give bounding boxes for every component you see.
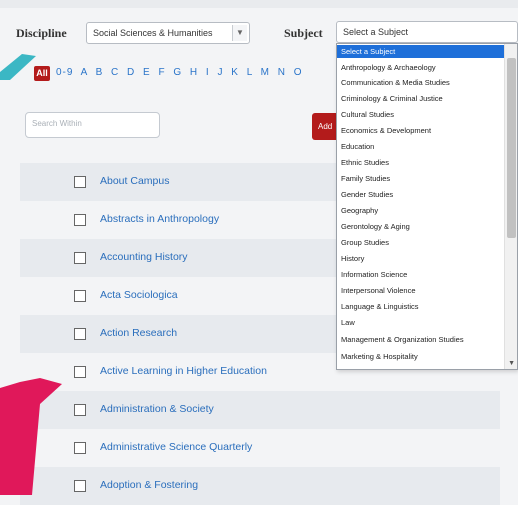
chevron-down-icon: ▼ xyxy=(232,25,247,41)
pink-callout-arrow xyxy=(0,378,62,495)
subject-option[interactable]: Ethnic Studies xyxy=(337,156,505,169)
subject-option[interactable]: Language & Linguistics xyxy=(337,300,505,313)
subject-dropdown-list[interactable]: Select a Subject Anthropology & Archaeol… xyxy=(336,43,518,370)
journal-link[interactable]: About Campus xyxy=(100,175,169,187)
subject-label: Subject xyxy=(284,26,323,40)
subject-option[interactable]: Education xyxy=(337,140,505,153)
subject-option[interactable]: Economics & Development xyxy=(337,124,505,137)
checkbox[interactable] xyxy=(74,176,86,188)
dropdown-scrollbar[interactable]: ▼ xyxy=(504,44,517,369)
subject-option[interactable]: Family Studies xyxy=(337,172,505,185)
checkbox[interactable] xyxy=(74,290,86,302)
subject-option[interactable]: Cultural Studies xyxy=(337,108,505,121)
journal-link[interactable]: Administration & Society xyxy=(100,403,214,415)
subject-option[interactable]: Gender Studies xyxy=(337,188,505,201)
subject-option[interactable]: Information Science xyxy=(337,268,505,281)
subject-option[interactable]: Gerontology & Aging xyxy=(337,220,505,233)
scrollbar-thumb[interactable] xyxy=(507,58,516,238)
subject-select-value: Select a Subject xyxy=(343,27,409,37)
journal-link[interactable]: Active Learning in Higher Education xyxy=(100,365,267,377)
subject-option-selected[interactable]: Select a Subject xyxy=(337,45,505,58)
subject-option[interactable]: Criminology & Criminal Justice xyxy=(337,92,505,105)
subject-option[interactable]: Law xyxy=(337,316,505,329)
journal-row: Adoption & Fostering xyxy=(20,467,500,505)
subject-option[interactable]: Anthropology & Archaeology xyxy=(337,61,505,74)
journal-link[interactable]: Accounting History xyxy=(100,251,188,263)
checkbox[interactable] xyxy=(74,214,86,226)
checkbox[interactable] xyxy=(74,366,86,378)
subject-option[interactable]: Marketing & Hospitality xyxy=(337,350,505,363)
teal-callout-pointer xyxy=(0,54,36,80)
journal-link[interactable]: Abstracts in Anthropology xyxy=(100,213,219,225)
search-placeholder: Search Within xyxy=(32,119,82,128)
journal-row: Administration & Society xyxy=(20,391,500,429)
journal-link[interactable]: Acta Sociologica xyxy=(100,289,178,301)
journal-row: Administrative Science Quarterly xyxy=(20,429,500,467)
search-within-input[interactable]: Search Within xyxy=(25,112,160,138)
subject-option[interactable]: Geography xyxy=(337,204,505,217)
add-button-label: Add xyxy=(318,122,333,131)
subject-option[interactable]: Interpersonal Violence xyxy=(337,284,505,297)
subject-option[interactable]: Group Studies xyxy=(337,236,505,249)
alpha-letters[interactable]: 0-9 A B C D E F G H I J K L M N O xyxy=(56,67,303,78)
journal-link[interactable]: Adoption & Fostering xyxy=(100,479,198,491)
checkbox[interactable] xyxy=(74,328,86,340)
subject-option[interactable]: Communication & Media Studies xyxy=(337,76,505,89)
discipline-select-value: Social Sciences & Humanities xyxy=(93,28,213,38)
top-band xyxy=(0,0,518,8)
journal-link[interactable]: Action Research xyxy=(100,327,177,339)
subject-select[interactable]: Select a Subject xyxy=(336,21,518,43)
checkbox[interactable] xyxy=(74,252,86,264)
add-button[interactable]: Add xyxy=(312,113,338,140)
discipline-label: Discipline xyxy=(16,26,67,40)
journal-link[interactable]: Administrative Science Quarterly xyxy=(100,441,252,453)
subject-option[interactable]: History xyxy=(337,252,505,265)
discipline-select[interactable]: Social Sciences & Humanities ▼ xyxy=(86,22,250,44)
subject-option[interactable]: Management & Organization Studies xyxy=(337,333,505,346)
scroll-down-arrow-icon[interactable]: ▼ xyxy=(508,360,515,367)
